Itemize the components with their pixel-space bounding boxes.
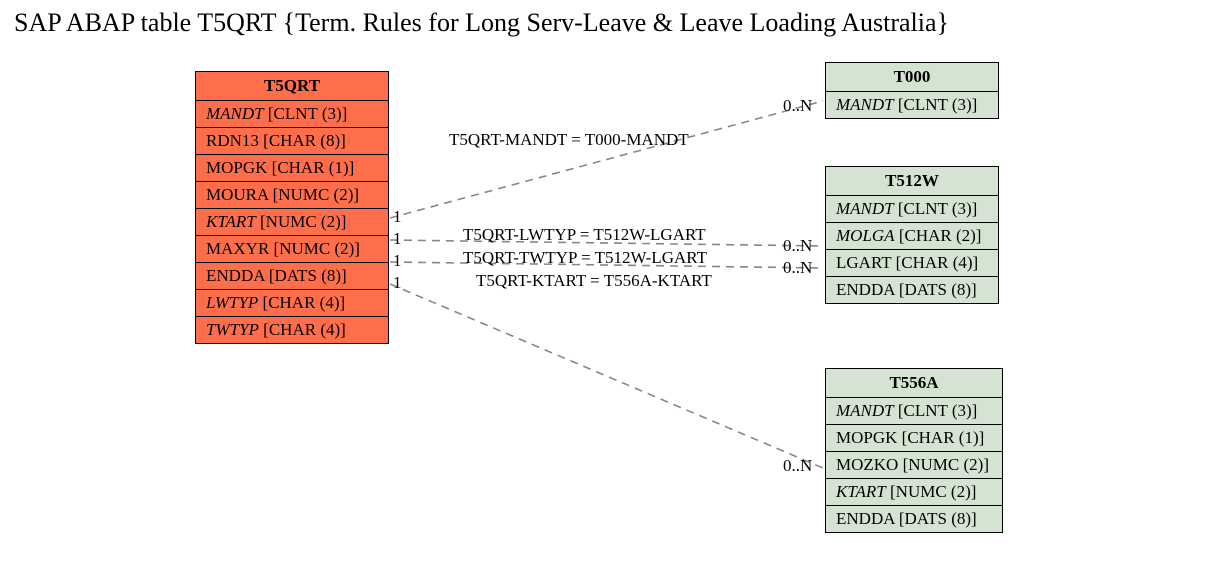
card-right-1: 0..N	[783, 96, 812, 116]
card-right-4: 0..N	[783, 456, 812, 476]
t000-field-mandt: MANDT [CLNT (3)]	[826, 92, 998, 118]
t512w-field-endda: ENDDA [DATS (8)]	[826, 277, 998, 303]
field-lwtyp: LWTYP [CHAR (4)]	[196, 290, 388, 317]
t556a-field-endda: ENDDA [DATS (8)]	[826, 506, 1002, 532]
rel-t556a-label: T5QRT-KTART = T556A-KTART	[476, 271, 712, 291]
t556a-field-mopgk: MOPGK [CHAR (1)]	[826, 425, 1002, 452]
card-left-4: 1	[393, 273, 402, 293]
field-maxyr: MAXYR [NUMC (2)]	[196, 236, 388, 263]
diagram-canvas: SAP ABAP table T5QRT {Term. Rules for Lo…	[0, 0, 1209, 577]
field-moura: MOURA [NUMC (2)]	[196, 182, 388, 209]
t556a-field-mandt: MANDT [CLNT (3)]	[826, 398, 1002, 425]
field-endda: ENDDA [DATS (8)]	[196, 263, 388, 290]
entity-t556a-title: T556A	[826, 369, 1002, 398]
entity-t000-title: T000	[826, 63, 998, 92]
card-left-3: 1	[393, 251, 402, 271]
page-title: SAP ABAP table T5QRT {Term. Rules for Lo…	[14, 8, 949, 38]
t556a-field-ktart: KTART [NUMC (2)]	[826, 479, 1002, 506]
entity-t5qrt: T5QRT MANDT [CLNT (3)] RDN13 [CHAR (8)] …	[195, 71, 389, 344]
t512w-field-lgart: LGART [CHAR (4)]	[826, 250, 998, 277]
rel-t512w-lwtyp-label: T5QRT-LWTYP = T512W-LGART	[463, 225, 706, 245]
card-left-1: 1	[393, 207, 402, 227]
t556a-field-mozko: MOZKO [NUMC (2)]	[826, 452, 1002, 479]
entity-t5qrt-title: T5QRT	[196, 72, 388, 101]
field-mopgk: MOPGK [CHAR (1)]	[196, 155, 388, 182]
field-mandt: MANDT [CLNT (3)]	[196, 101, 388, 128]
entity-t556a: T556A MANDT [CLNT (3)] MOPGK [CHAR (1)] …	[825, 368, 1003, 533]
entity-t512w-title: T512W	[826, 167, 998, 196]
t512w-field-molga: MOLGA [CHAR (2)]	[826, 223, 998, 250]
t512w-field-mandt: MANDT [CLNT (3)]	[826, 196, 998, 223]
field-twtyp: TWTYP [CHAR (4)]	[196, 317, 388, 343]
rel-t512w-twtyp-label: T5QRT-TWTYP = T512W-LGART	[463, 248, 707, 268]
rel-t000-label: T5QRT-MANDT = T000-MANDT	[449, 130, 689, 150]
entity-t000: T000 MANDT [CLNT (3)]	[825, 62, 999, 119]
card-right-2: 0..N	[783, 236, 812, 256]
field-rdn13: RDN13 [CHAR (8)]	[196, 128, 388, 155]
card-right-3: 0..N	[783, 258, 812, 278]
card-left-2: 1	[393, 229, 402, 249]
field-ktart: KTART [NUMC (2)]	[196, 209, 388, 236]
entity-t512w: T512W MANDT [CLNT (3)] MOLGA [CHAR (2)] …	[825, 166, 999, 304]
